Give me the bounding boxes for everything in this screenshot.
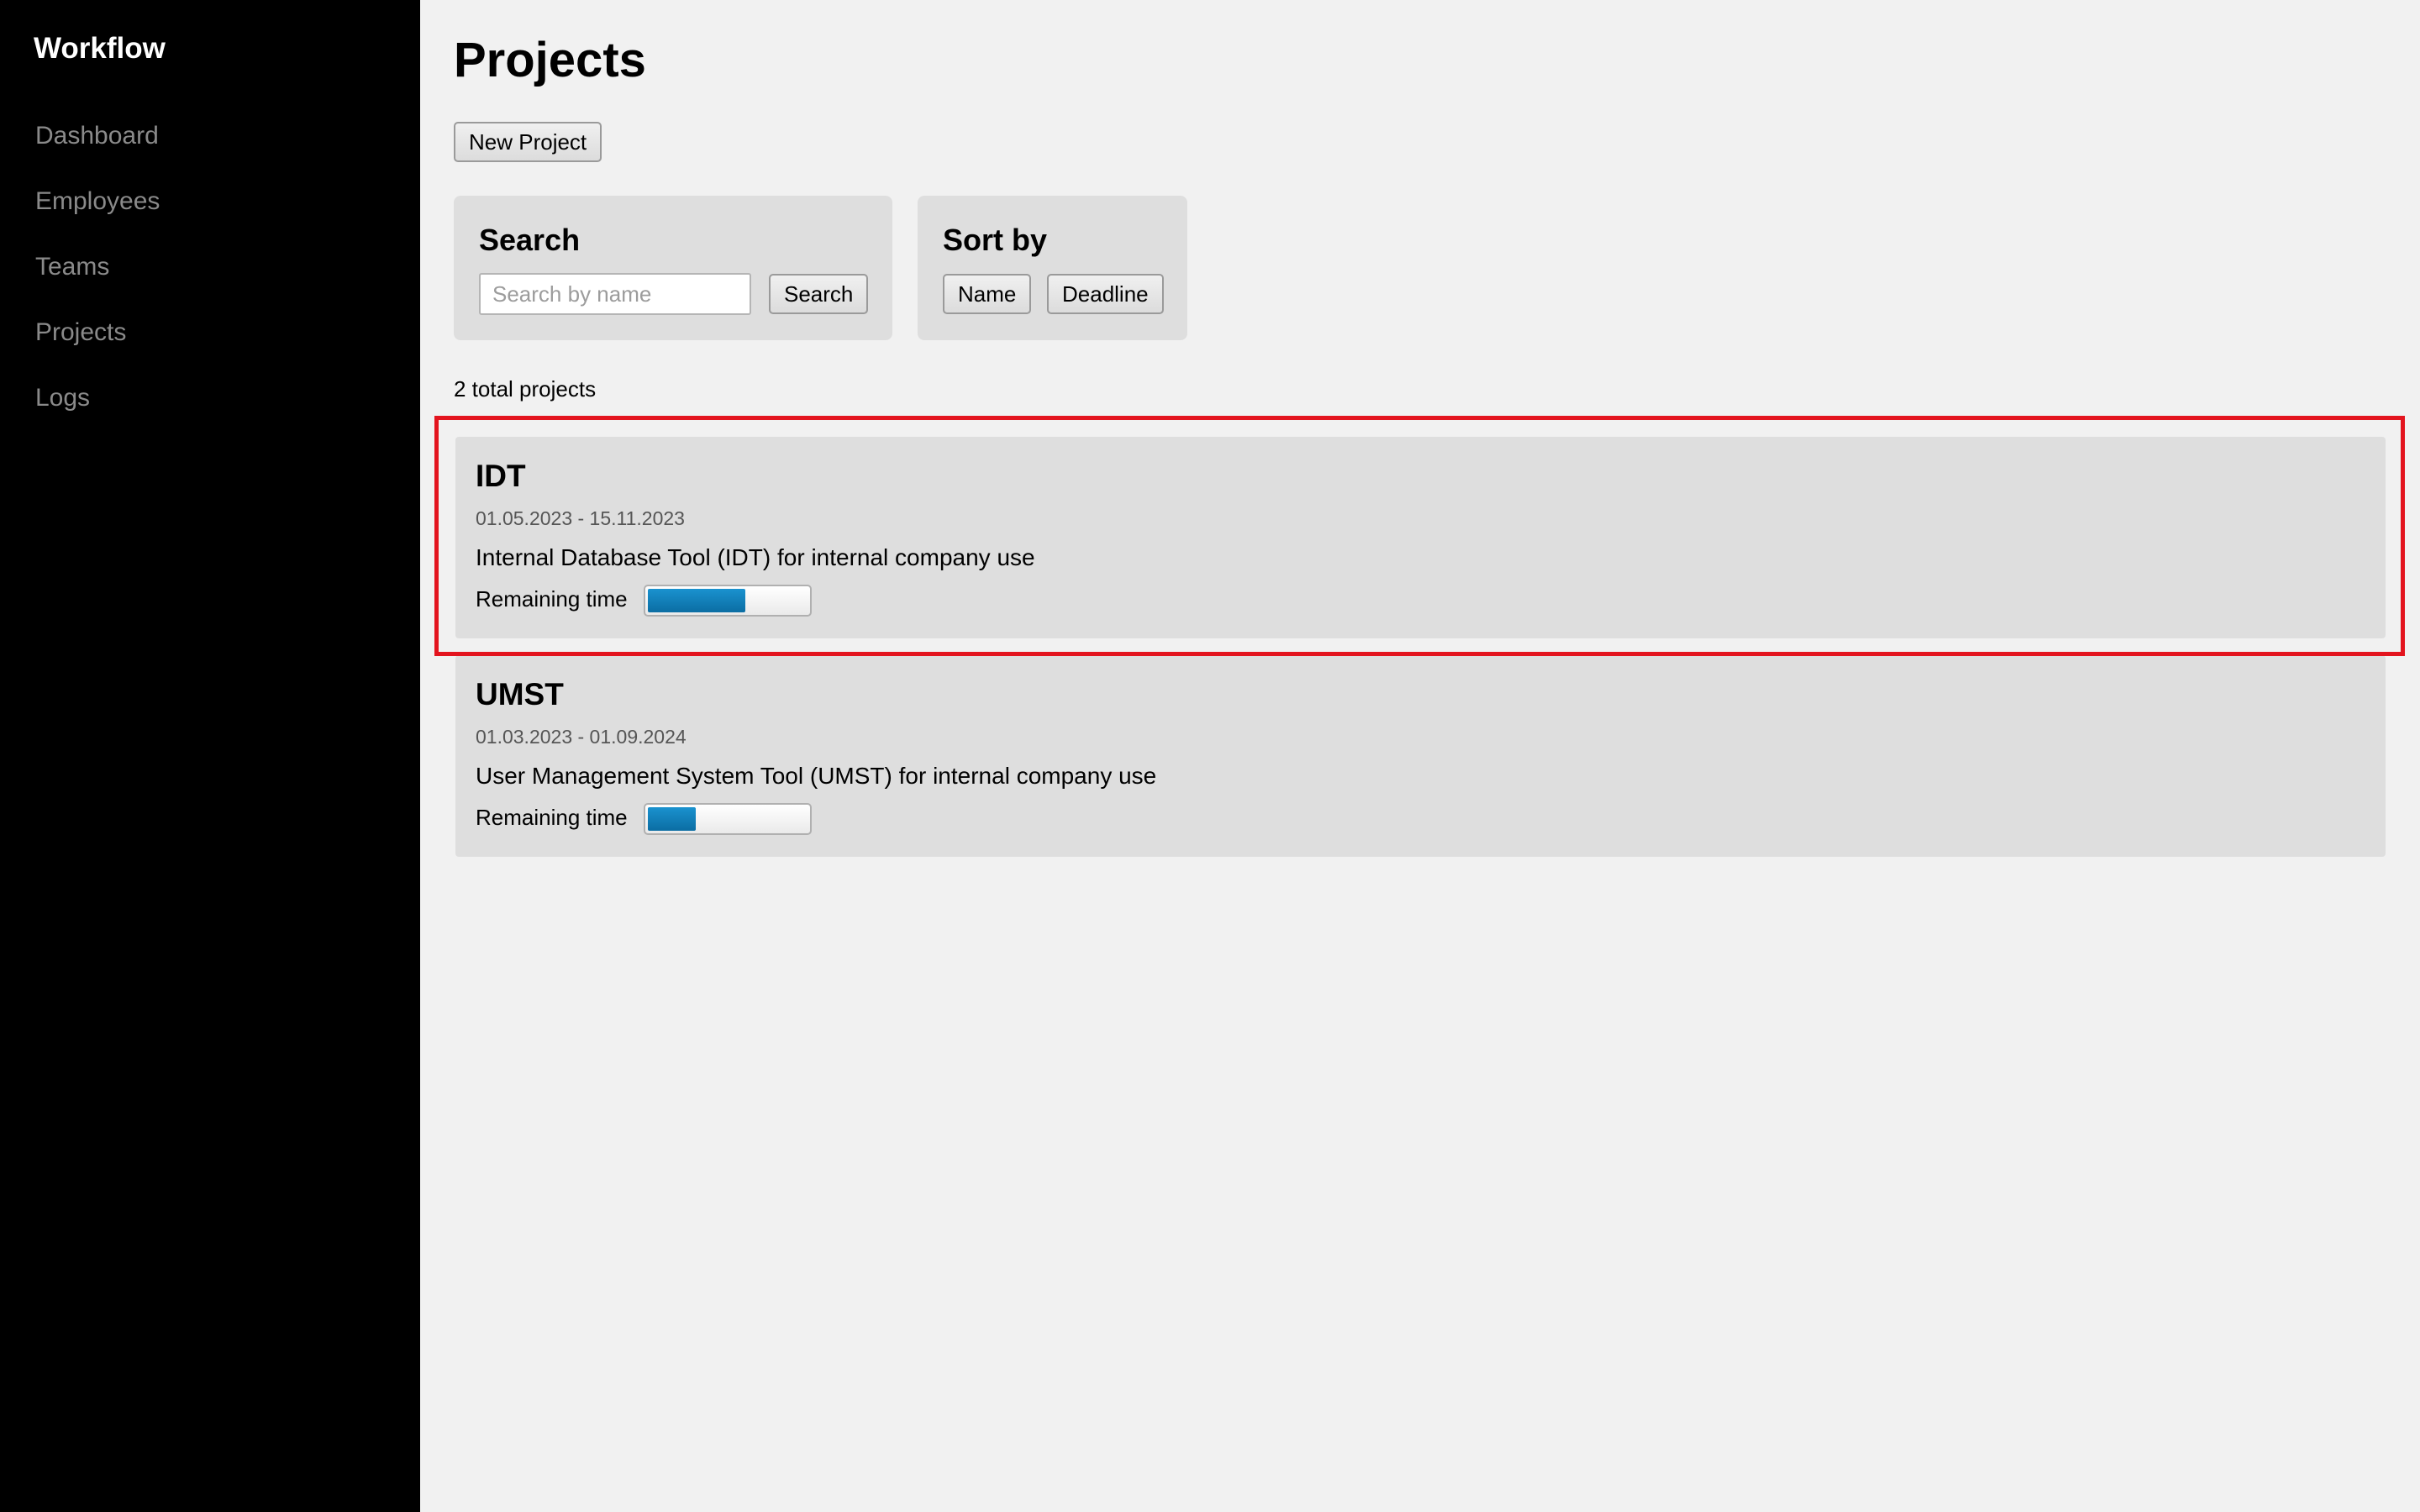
sidebar-item-logs[interactable]: Logs (35, 380, 160, 445)
sort-by-name-button[interactable]: Name (943, 274, 1032, 314)
app-brand[interactable]: Workflow (34, 32, 166, 66)
sidebar-item-employees[interactable]: Employees (35, 183, 160, 249)
page-title: Projects (454, 33, 646, 87)
project-description: User Management System Tool (UMST) for i… (476, 763, 1157, 789)
remaining-time-label: Remaining time (476, 586, 628, 612)
sort-by-deadline-button[interactable]: Deadline (1047, 274, 1164, 314)
project-card-idt[interactable]: IDT 01.05.2023 - 15.11.2023 Internal Dat… (455, 437, 2386, 638)
sort-panel: Sort by Name Deadline (918, 196, 1187, 340)
total-projects-count: 2 total projects (454, 376, 597, 402)
project-name: IDT (476, 459, 526, 493)
remaining-time-label: Remaining time (476, 805, 628, 830)
new-project-button[interactable]: New Project (454, 122, 602, 162)
remaining-time-progress-bar (644, 803, 812, 835)
project-dates: 01.03.2023 - 01.09.2024 (476, 726, 687, 748)
project-dates: 01.05.2023 - 15.11.2023 (476, 507, 685, 529)
search-button[interactable]: Search (769, 274, 869, 314)
progress-fill (648, 807, 696, 831)
project-name: UMST (476, 677, 564, 711)
search-panel: Search Search (454, 196, 892, 340)
remaining-time-progress-bar (644, 585, 812, 617)
progress-fill (648, 589, 745, 612)
sort-panel-title: Sort by (943, 223, 1048, 257)
sidebar: Workflow Dashboard Employees Teams Proje… (0, 0, 420, 1512)
project-card-umst[interactable]: UMST 01.03.2023 - 01.09.2024 User Manage… (455, 655, 2386, 857)
sidebar-item-projects[interactable]: Projects (35, 314, 160, 380)
sidebar-item-teams[interactable]: Teams (35, 249, 160, 314)
project-description: Internal Database Tool (IDT) for interna… (476, 544, 1035, 570)
main-content: Projects New Project Search Search Sort … (420, 0, 2420, 1512)
search-panel-title: Search (479, 223, 581, 257)
sidebar-nav: Dashboard Employees Teams Projects Logs (35, 118, 160, 445)
sidebar-item-dashboard[interactable]: Dashboard (35, 118, 160, 183)
search-input[interactable] (479, 273, 751, 315)
